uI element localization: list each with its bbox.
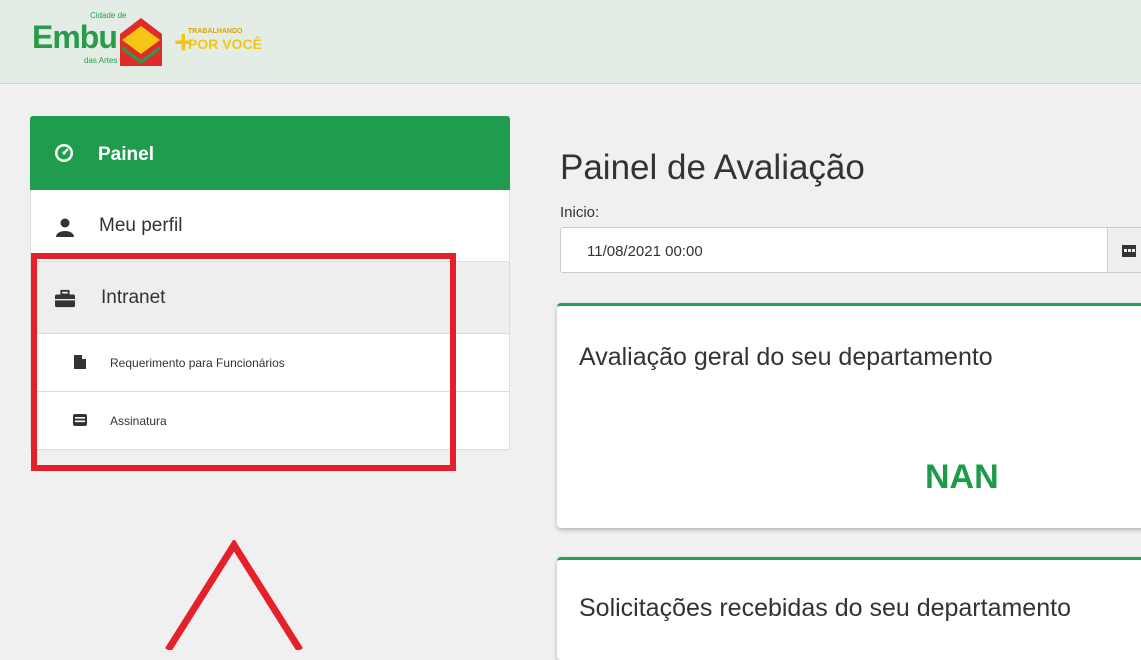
user-icon xyxy=(56,218,74,237)
inicio-label: Inicio: xyxy=(560,204,600,221)
card-title: Avaliação geral do seu departamento xyxy=(579,343,993,371)
top-header: Cidade de Embu das Artes + TRABALHANDO P… xyxy=(0,0,1141,84)
logo-mark-icon xyxy=(120,18,162,66)
embu-logo[interactable]: Cidade de Embu das Artes + TRABALHANDO P… xyxy=(30,10,290,70)
page-title: Painel de Avaliação xyxy=(560,148,865,187)
logo-embu-text: Embu xyxy=(32,19,118,55)
logo-artes-text: das Artes xyxy=(84,56,118,65)
calendar-icon xyxy=(1122,245,1136,257)
inicio-date-input[interactable]: 11/08/2021 00:00 xyxy=(560,227,1108,273)
department-evaluation-card: Avaliação geral do seu departamento NAN xyxy=(557,303,1141,528)
calendar-button[interactable] xyxy=(1107,227,1141,273)
sidebar-item-painel[interactable]: Painel xyxy=(30,116,510,190)
sidebar-item-meu-perfil[interactable]: Meu perfil xyxy=(30,190,510,262)
card-value: NAN xyxy=(925,458,999,496)
dashboard-icon xyxy=(55,144,73,162)
sidebar-item-label: Meu perfil xyxy=(99,215,183,236)
card-title: Solicitações recebidas do seu departamen… xyxy=(579,594,1071,622)
logo-trabalhando-text: TRABALHANDO xyxy=(188,28,243,35)
logo-por-voce-text: POR VOCÊ xyxy=(188,36,262,52)
annotation-arrow-icon xyxy=(165,540,303,650)
department-requests-card: Solicitações recebidas do seu departamen… xyxy=(557,557,1141,660)
sidebar-item-label: Painel xyxy=(98,144,154,165)
highlight-box xyxy=(31,253,456,471)
